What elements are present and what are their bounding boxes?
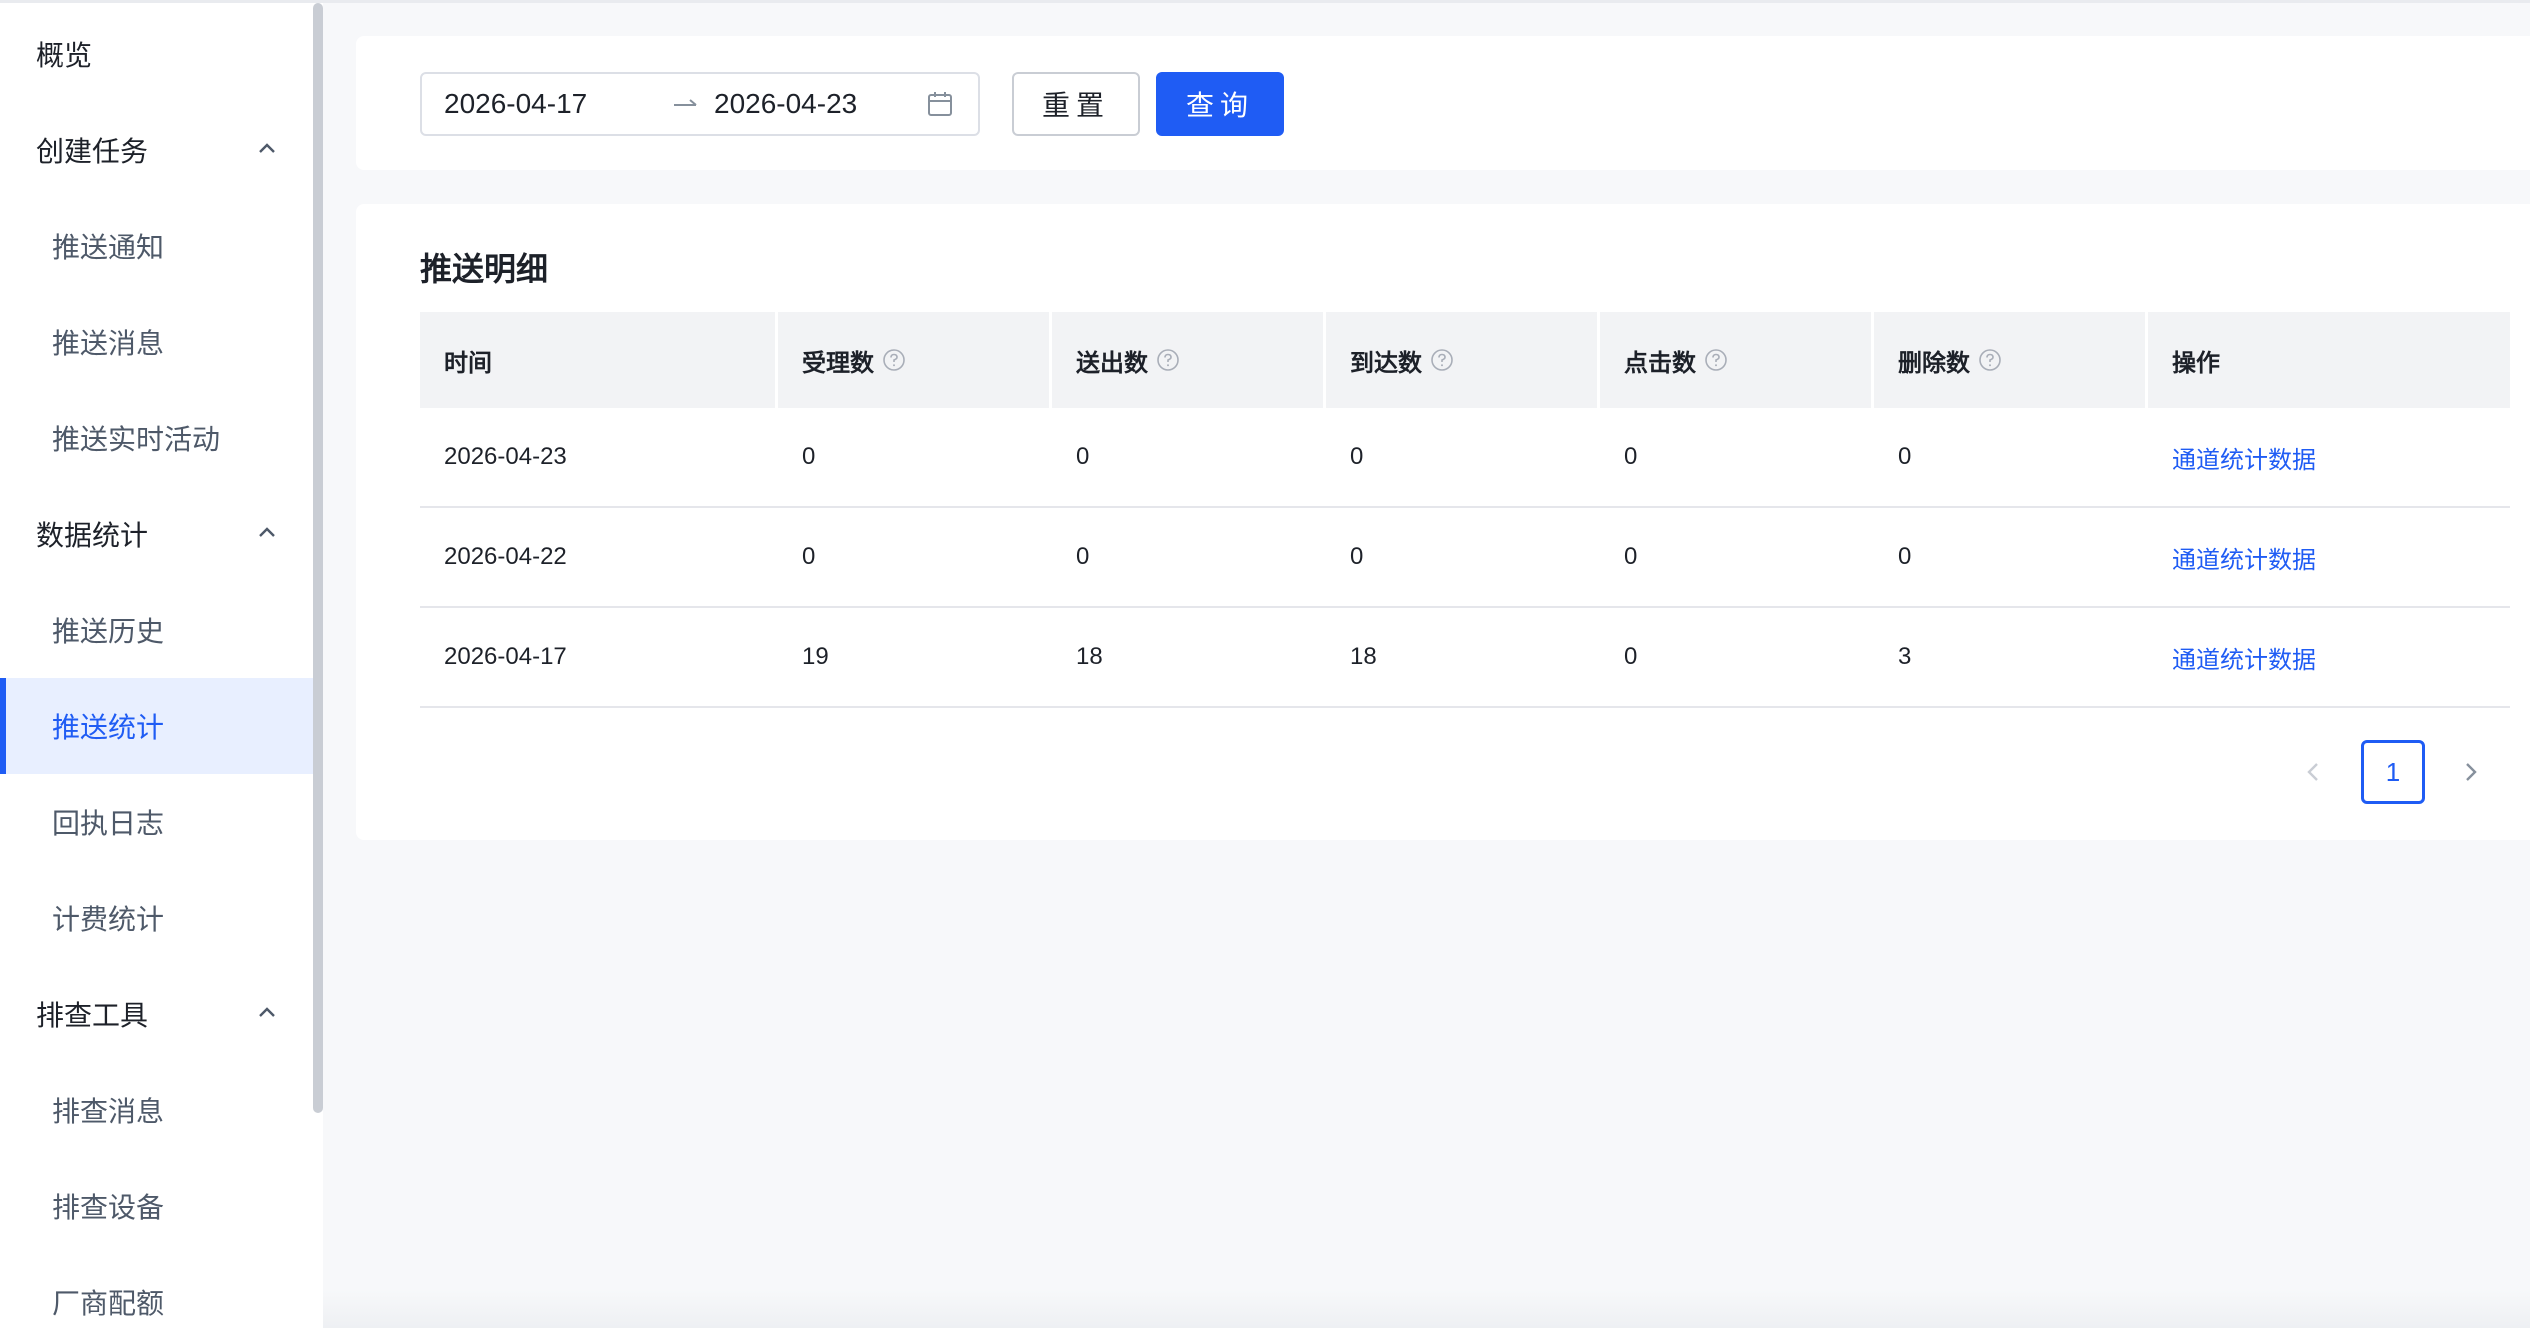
sidebar-item-troubleshoot-message[interactable]: 排查消息 xyxy=(0,1062,313,1158)
sidebar-item-label: 推送历史 xyxy=(52,615,165,648)
table-row: 2026-04-23 0 0 0 0 0 通道统计数据 xyxy=(420,408,2510,508)
cell-sent: 0 xyxy=(1076,443,1090,470)
sidebar-item-label: 推送通知 xyxy=(52,231,165,264)
chevron-up-icon xyxy=(259,1007,275,1017)
cell-deleted: 0 xyxy=(1898,543,1912,570)
end-date-input[interactable]: 2026-04-23 xyxy=(714,74,857,134)
calendar-icon xyxy=(928,92,952,116)
column-header-clicked: 点击数 xyxy=(1600,312,1874,408)
help-circle-icon[interactable] xyxy=(1430,348,1454,372)
sidebar-item-label: 推送消息 xyxy=(52,327,165,360)
column-header-label: 到达数 xyxy=(1350,348,1422,377)
column-header-label: 点击数 xyxy=(1624,348,1696,377)
cell-date: 2026-04-17 xyxy=(444,643,567,670)
sidebar-item-label: 厂商配额 xyxy=(52,1287,165,1320)
sidebar-group-troubleshoot[interactable]: 排查工具 xyxy=(0,966,313,1062)
column-header-label: 受理数 xyxy=(802,348,874,377)
sidebar-item-overview[interactable]: 概览 xyxy=(0,6,313,102)
cell-accepted: 0 xyxy=(802,543,816,570)
column-header-deleted: 删除数 xyxy=(1874,312,2148,408)
cell-date: 2026-04-23 xyxy=(444,443,567,470)
sidebar-item-push-notification[interactable]: 推送通知 xyxy=(0,198,313,294)
help-circle-icon[interactable] xyxy=(882,348,906,372)
page-number-current[interactable]: 1 xyxy=(2361,740,2425,804)
query-button[interactable]: 查询 xyxy=(1156,72,1284,136)
cell-arrived: 0 xyxy=(1350,443,1364,470)
sidebar-item-label: 推送统计 xyxy=(52,711,165,744)
sidebar-item-push-message[interactable]: 推送消息 xyxy=(0,294,313,390)
push-detail-table: 时间 受理数 送出数 到达数 点击数 删除数 操作 2026-04-23 0 0… xyxy=(420,312,2510,708)
column-header-label: 时间 xyxy=(444,348,492,377)
sidebar-item-label: 排查消息 xyxy=(52,1095,165,1128)
sidebar-scrollbar[interactable] xyxy=(313,3,323,1113)
chevron-up-icon xyxy=(259,143,275,153)
cell-accepted: 0 xyxy=(802,443,816,470)
sidebar-item-troubleshoot-device[interactable]: 排查设备 xyxy=(0,1158,313,1254)
cell-deleted: 3 xyxy=(1898,643,1912,670)
column-header-arrived: 到达数 xyxy=(1326,312,1600,408)
cell-sent: 18 xyxy=(1076,643,1103,670)
cell-date: 2026-04-22 xyxy=(444,543,567,570)
sidebar-item-label: 回执日志 xyxy=(52,807,165,840)
sidebar-group-label: 排查工具 xyxy=(36,999,149,1032)
sidebar-item-push-live-activity[interactable]: 推送实时活动 xyxy=(0,390,313,486)
help-circle-icon[interactable] xyxy=(1156,348,1180,372)
table-row: 2026-04-17 19 18 18 0 3 通道统计数据 xyxy=(420,608,2510,708)
column-header-label: 删除数 xyxy=(1898,348,1970,377)
help-circle-icon[interactable] xyxy=(1704,348,1728,372)
chevron-right-icon[interactable] xyxy=(2456,758,2484,786)
sidebar-item-label: 概览 xyxy=(36,39,93,72)
top-border xyxy=(0,0,2530,3)
table-header: 时间 受理数 送出数 到达数 点击数 删除数 操作 xyxy=(420,312,2510,408)
sidebar-group-label: 创建任务 xyxy=(36,135,149,168)
reset-button[interactable]: 重置 xyxy=(1012,72,1140,136)
cell-arrived: 18 xyxy=(1350,643,1377,670)
column-header-sent: 送出数 xyxy=(1052,312,1326,408)
sidebar-item-push-stats[interactable]: 推送统计 xyxy=(0,678,313,774)
table-row: 2026-04-22 0 0 0 0 0 通道统计数据 xyxy=(420,508,2510,608)
cell-clicked: 0 xyxy=(1624,643,1638,670)
sidebar-group-create-task[interactable]: 创建任务 xyxy=(0,102,313,198)
channel-stats-link[interactable]: 通道统计数据 xyxy=(2148,508,2510,606)
date-range-picker[interactable]: 2026-04-17 2026-04-23 xyxy=(420,72,980,136)
push-detail-panel: 推送明细 时间 受理数 送出数 到达数 点击数 删除数 操作 2026-04-2… xyxy=(356,204,2530,840)
cell-clicked: 0 xyxy=(1624,543,1638,570)
cell-arrived: 0 xyxy=(1350,543,1364,570)
column-header-label: 送出数 xyxy=(1076,348,1148,377)
sidebar-item-label: 推送实时活动 xyxy=(52,423,221,456)
sidebar-item-label: 计费统计 xyxy=(52,903,165,936)
sidebar-group-data-stats[interactable]: 数据统计 xyxy=(0,486,313,582)
pagination: 1 xyxy=(356,740,2530,804)
column-header-time: 时间 xyxy=(420,312,778,408)
sidebar-item-billing-stats[interactable]: 计费统计 xyxy=(0,870,313,966)
cell-sent: 0 xyxy=(1076,543,1090,570)
channel-stats-link[interactable]: 通道统计数据 xyxy=(2148,408,2510,506)
sidebar-item-receipt-log[interactable]: 回执日志 xyxy=(0,774,313,870)
chevron-left-icon[interactable] xyxy=(2300,758,2328,786)
column-header-label: 操作 xyxy=(2172,348,2220,377)
column-header-action: 操作 xyxy=(2148,312,2510,408)
arrow-right-icon xyxy=(674,99,697,106)
cell-clicked: 0 xyxy=(1624,443,1638,470)
start-date-input[interactable]: 2026-04-17 xyxy=(444,74,587,134)
page-bottom-edge xyxy=(323,1290,2530,1328)
filter-panel: 2026-04-17 2026-04-23 重置 查询 xyxy=(356,36,2530,170)
sidebar-item-label: 排查设备 xyxy=(52,1191,165,1224)
column-header-accepted: 受理数 xyxy=(778,312,1052,408)
chevron-up-icon xyxy=(259,527,275,537)
sidebar-nav: 概览 创建任务 推送通知 推送消息 推送实时活动 数据统计 推送历史 推送统计 … xyxy=(0,3,323,1328)
channel-stats-link[interactable]: 通道统计数据 xyxy=(2148,608,2510,706)
sidebar-group-label: 数据统计 xyxy=(36,519,149,552)
sidebar-item-vendor-quota[interactable]: 厂商配额 xyxy=(0,1254,313,1328)
cell-accepted: 19 xyxy=(802,643,829,670)
cell-deleted: 0 xyxy=(1898,443,1912,470)
panel-title: 推送明细 xyxy=(420,250,549,288)
sidebar-item-push-history[interactable]: 推送历史 xyxy=(0,582,313,678)
help-circle-icon[interactable] xyxy=(1978,348,2002,372)
